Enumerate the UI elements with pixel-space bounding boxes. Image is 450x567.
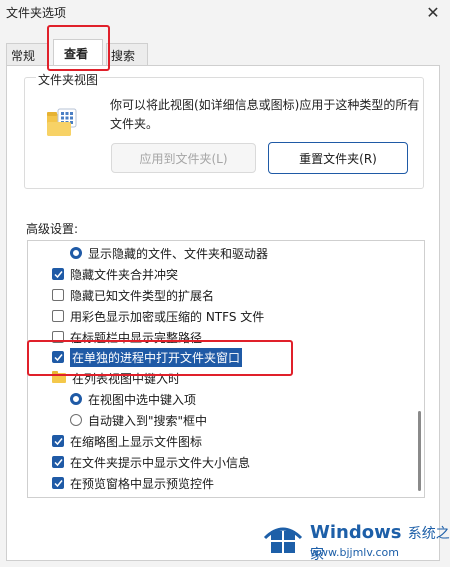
list-item-label: 隐藏文件夹合并冲突 [70,267,179,282]
tab-bar: 常规 查看 搜索 [6,39,446,66]
reset-folders-button[interactable]: 重置文件夹(R) [268,142,408,174]
list-item-label: 在预览窗格中显示预览控件 [70,476,215,491]
checkbox-checked-icon[interactable] [52,351,64,363]
list-item-label: 在单独的进程中打开文件夹窗口 [70,347,243,367]
folder-views-title: 文件夹视图 [36,71,101,88]
tab-search[interactable]: 搜索 [106,43,148,65]
list-item-label: 在视图中选中键入项 [88,392,197,407]
folder-icon [52,371,66,383]
list-item-selected[interactable]: 在单独的进程中打开文件夹窗口 [28,347,408,367]
list-item[interactable]: 隐藏已知文件类型的扩展名 [28,285,408,305]
list-item[interactable]: 显示隐藏的文件、文件夹和驱动器 [28,243,408,263]
list-item[interactable]: 在预览窗格中显示预览控件 [28,473,408,493]
radio-selected-icon[interactable] [70,247,82,259]
list-item-label: 在列表视图中键入时 [72,371,181,386]
checkbox-checked-icon[interactable] [52,456,64,468]
tab-view[interactable]: 查看 [53,39,103,66]
list-item[interactable]: 在文件夹提示中显示文件大小信息 [28,452,408,472]
scrollbar-thumb[interactable] [418,411,421,491]
checkbox-unchecked-icon[interactable] [52,289,64,301]
window-title: 文件夹选项 [6,6,67,20]
list-item[interactable]: 用彩色显示加密或压缩的 NTFS 文件 [28,306,408,326]
list-item[interactable]: 在缩略图上显示文件图标 [28,431,408,451]
checkbox-unchecked-icon[interactable] [52,331,64,343]
advanced-settings-list[interactable]: 显示隐藏的文件、文件夹和驱动器 隐藏文件夹合并冲突 隐藏已知文件类型的扩展名 用… [27,240,425,498]
watermark: Windows 系统之家 www.bjjmlv.com [262,516,450,564]
scrollbar[interactable] [418,247,421,491]
list-item[interactable]: 在视图中选中键入项 [28,389,408,409]
list-item-label: 在文件夹提示中显示文件大小信息 [70,455,251,470]
list-item[interactable]: 自动键入到"搜索"框中 [28,410,408,430]
windows-logo-icon [263,527,303,553]
tab-general[interactable]: 常规 [6,43,48,65]
folder-views-description: 你可以将此视图(如详细信息或图标)应用于这种类型的所有文件夹。 [110,98,420,131]
list-item[interactable]: 在标题栏中显示完整路径 [28,327,408,347]
list-item-label: 在标题栏中显示完整路径 [70,330,203,345]
apply-to-folders-button[interactable]: 应用到文件夹(L) [111,143,256,173]
list-item-label: 在缩略图上显示文件图标 [70,434,203,449]
close-icon[interactable]: ✕ [422,1,444,23]
list-group-header: 在列表视图中键入时 [28,368,408,388]
checkbox-checked-icon[interactable] [52,435,64,447]
list-item-label: 显示隐藏的文件、文件夹和驱动器 [88,246,269,261]
checkbox-checked-icon[interactable] [52,268,64,280]
checkbox-checked-icon[interactable] [52,477,64,489]
radio-unselected-icon[interactable] [70,414,82,426]
watermark-brand-en: Windows [310,522,402,543]
radio-selected-icon[interactable] [70,393,82,405]
folder-view-icon [47,108,77,136]
list-item-label: 隐藏已知文件类型的扩展名 [70,288,215,303]
list-item-label: 用彩色显示加密或压缩的 NTFS 文件 [70,309,265,324]
list-item[interactable]: 隐藏文件夹合并冲突 [28,264,408,284]
list-item-label: 自动键入到"搜索"框中 [88,413,208,428]
watermark-url: www.bjjmlv.com [310,546,399,559]
checkbox-unchecked-icon[interactable] [52,310,64,322]
advanced-settings-label: 高级设置: [26,222,79,236]
